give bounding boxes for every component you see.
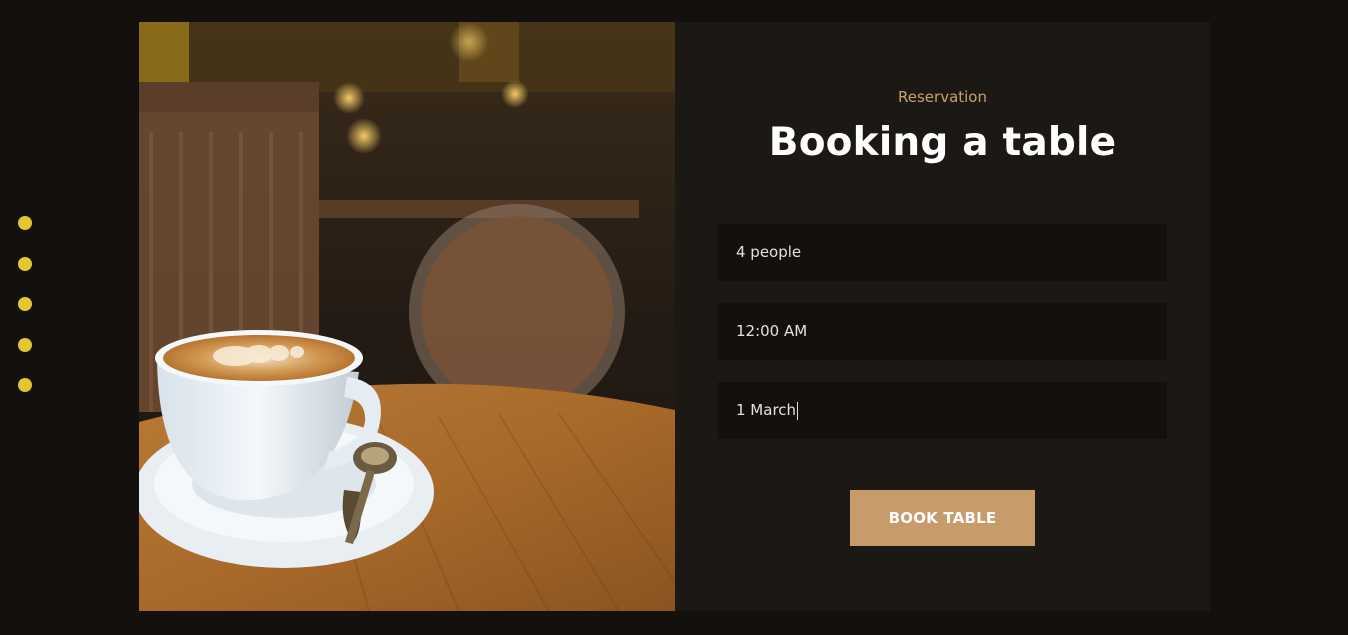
coffee-cup-icon bbox=[139, 22, 675, 611]
section-dot-1[interactable] bbox=[18, 216, 32, 230]
cafe-photo bbox=[139, 22, 675, 611]
section-dot-4[interactable] bbox=[18, 337, 32, 352]
section-dots-nav bbox=[18, 216, 32, 419]
people-field[interactable]: 4 people bbox=[718, 224, 1167, 281]
book-table-button[interactable]: BOOK TABLE bbox=[850, 490, 1035, 546]
section-eyebrow: Reservation bbox=[898, 88, 987, 106]
section-dot-2[interactable] bbox=[18, 256, 32, 271]
date-field[interactable]: 1 March bbox=[718, 382, 1167, 439]
date-field-value: 1 March bbox=[736, 401, 797, 419]
people-field-value: 4 people bbox=[736, 243, 802, 261]
time-field-value: 12:00 AM bbox=[736, 322, 808, 340]
page-title: Booking a table bbox=[768, 120, 1117, 165]
page: Reservation Booking a table 4 people 12:… bbox=[0, 0, 1348, 635]
reservation-panel: Reservation Booking a table 4 people 12:… bbox=[675, 22, 1210, 611]
section-dot-3[interactable] bbox=[18, 297, 32, 311]
time-field[interactable]: 12:00 AM bbox=[718, 303, 1167, 360]
section-dot-5[interactable] bbox=[18, 378, 32, 392]
text-caret bbox=[797, 401, 799, 420]
